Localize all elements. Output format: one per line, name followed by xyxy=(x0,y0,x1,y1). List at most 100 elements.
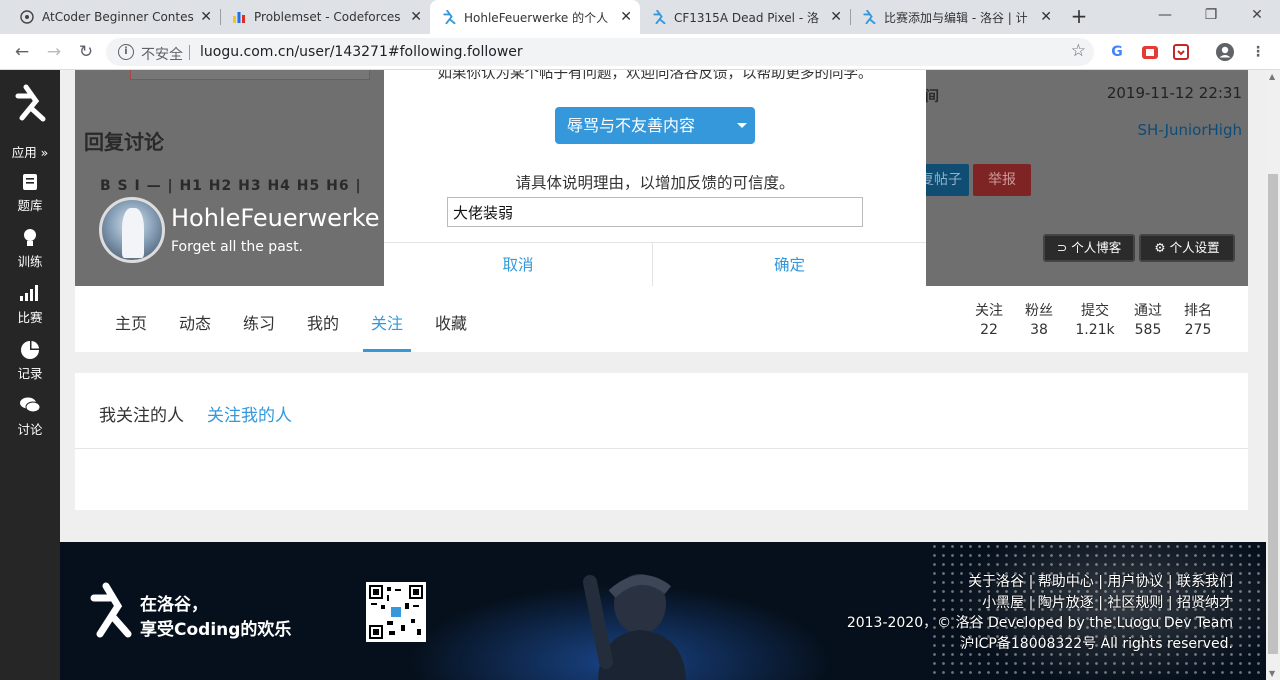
active-tab-indicator xyxy=(363,349,411,352)
luogu-favicon-icon xyxy=(862,10,876,24)
luogu-logo[interactable] xyxy=(11,84,49,122)
scroll-up-arrow-icon[interactable]: ▲ xyxy=(1269,72,1275,81)
menu-kebab-icon[interactable]: ⋮ xyxy=(1248,42,1268,62)
stat-value: 275 xyxy=(1184,322,1212,338)
school-link: SH-JuniorHigh xyxy=(1137,121,1242,139)
close-tab-icon[interactable]: ✕ xyxy=(830,9,842,25)
browser-tab-contest-edit[interactable]: 比赛添加与编辑 - 洛谷 | 计 ✕ xyxy=(850,0,1060,34)
stat-following[interactable]: 关注 22 xyxy=(967,300,1011,338)
confirm-button[interactable]: 确定 xyxy=(652,243,926,286)
browser-tab-cf1315a[interactable]: CF1315A Dead Pixel - 洛 ✕ xyxy=(640,0,850,34)
stat-value: 22 xyxy=(980,322,998,338)
sidebar-item-apps[interactable]: 应用 » xyxy=(0,142,60,161)
atcoder-favicon-icon xyxy=(20,10,34,24)
report-category-select[interactable]: 辱骂与不友善内容 xyxy=(555,107,755,144)
personal-blog-button[interactable]: ⊃ 个人博客 xyxy=(1043,234,1135,262)
sidebar-item-records[interactable]: 记录 xyxy=(0,341,60,382)
close-tab-icon[interactable]: ✕ xyxy=(410,9,422,25)
stat-submissions: 提交 1.21k xyxy=(1071,300,1119,338)
report-dialog: 如果你认为某个帖子有问题，欢迎向洛谷反馈，以帮助更多的同学。 辱骂与不友善内容 … xyxy=(384,70,926,286)
tab-activity[interactable]: 动态 xyxy=(179,310,211,334)
reason-input[interactable] xyxy=(447,197,863,227)
stat-rank: 排名 275 xyxy=(1176,300,1220,338)
maximize-icon[interactable]: ❐ xyxy=(1188,0,1234,30)
profile-avatar-icon[interactable] xyxy=(1215,42,1235,62)
chat-icon xyxy=(0,397,60,417)
site-sidebar: 应用 » 题库 训练 比赛 记录 讨论 xyxy=(0,70,60,680)
window-close-icon[interactable]: ✕ xyxy=(1234,0,1280,30)
tab-title: 比赛添加与编辑 - 洛谷 | 计 xyxy=(884,10,1028,25)
browser-toolbar: ← → ↻ i 不安全 luogu.com.cn/user/143271#fol… xyxy=(0,34,1280,70)
caret-down-icon xyxy=(737,123,747,128)
pocket-extension-icon[interactable] xyxy=(1171,42,1191,62)
red-extension-icon[interactable] xyxy=(1140,42,1160,62)
tab-following[interactable]: 关注 xyxy=(371,310,403,334)
divider xyxy=(75,448,1248,449)
personal-settings-button[interactable]: ⚙ 个人设置 xyxy=(1139,234,1235,262)
sidebar-item-contests[interactable]: 比赛 xyxy=(0,285,60,326)
cancel-button[interactable]: 取消 xyxy=(384,243,652,286)
sidebar-item-label: 比赛 xyxy=(17,310,43,325)
footer-slogan-line1: 在洛谷， xyxy=(140,595,208,615)
avatar[interactable] xyxy=(99,197,165,263)
footer-copyright: 2013-2020，© 洛谷 Developed by the Luogu De… xyxy=(846,615,1233,631)
following-tab[interactable]: 我关注的人 xyxy=(99,401,184,426)
bookmark-star-icon[interactable]: ☆ xyxy=(1071,41,1086,61)
browser-tab-atcoder[interactable]: AtCoder Beginner Contes ✕ xyxy=(8,0,220,34)
follow-list-card: 我关注的人 关注我的人 xyxy=(75,373,1248,510)
dimmed-editor-box xyxy=(130,70,370,80)
scroll-down-arrow-icon[interactable]: ▼ xyxy=(1269,669,1275,678)
scrollbar-thumb[interactable] xyxy=(1268,174,1278,654)
footer-links: 关于洛谷 | 帮助中心 | 用户协议 | 联系我们 小黑屋 | 陶片放逐 | 社… xyxy=(847,572,1233,654)
tab-home[interactable]: 主页 xyxy=(115,310,147,334)
tab-favorites[interactable]: 收藏 xyxy=(435,310,467,334)
close-tab-icon[interactable]: ✕ xyxy=(1040,9,1052,25)
stat-label: 提交 xyxy=(1081,303,1109,319)
editor-toolbar: B S I — | H1 H2 H3 H4 H5 H6 | xyxy=(100,178,362,194)
browser-tab-codeforces[interactable]: Problemset - Codeforces ✕ xyxy=(220,0,430,34)
bar-chart-icon xyxy=(0,285,60,305)
sidebar-item-label: 题库 xyxy=(17,198,43,213)
report-button: 举报 xyxy=(973,164,1031,196)
stat-value: 585 xyxy=(1134,322,1162,338)
address-bar[interactable]: i 不安全 luogu.com.cn/user/143271#following… xyxy=(106,38,1094,66)
sidebar-item-problems[interactable]: 题库 xyxy=(0,173,60,214)
close-tab-icon[interactable]: ✕ xyxy=(620,9,632,25)
stat-value: 1.21k xyxy=(1075,322,1115,338)
followers-tab[interactable]: 关注我的人 xyxy=(207,401,292,426)
sidebar-item-label: 记录 xyxy=(17,366,43,381)
tab-mine[interactable]: 我的 xyxy=(307,310,339,334)
footer-links-row1[interactable]: 关于洛谷 | 帮助中心 | 用户协议 | 联系我们 xyxy=(847,572,1233,593)
back-icon[interactable]: ← xyxy=(10,40,34,64)
insecure-label[interactable]: 不安全 xyxy=(141,44,183,64)
reload-icon[interactable]: ↻ xyxy=(74,40,98,64)
main-content: 回复讨论 B S I — | H1 H2 H3 H4 H5 H6 | 时间 20… xyxy=(60,70,1266,680)
personal-settings-label: 个人设置 xyxy=(1169,240,1220,255)
sidebar-item-label: 讨论 xyxy=(17,422,43,437)
avatar-figure xyxy=(122,208,144,258)
qr-code xyxy=(366,582,426,642)
close-tab-icon[interactable]: ✕ xyxy=(200,9,212,25)
luogu-favicon-icon xyxy=(652,10,666,24)
dialog-hint: 如果你认为某个帖子有问题，欢迎向洛谷反馈，以帮助更多的同学。 xyxy=(437,70,873,82)
google-extension-icon[interactable]: G xyxy=(1107,42,1127,62)
page-scrollbar[interactable]: ▲ ▼ xyxy=(1266,70,1280,680)
sidebar-item-training[interactable]: 训练 xyxy=(0,229,60,270)
address-divider xyxy=(189,45,190,60)
sidebar-item-discuss[interactable]: 讨论 xyxy=(0,397,60,438)
forward-icon[interactable]: → xyxy=(42,40,66,64)
url-text[interactable]: luogu.com.cn/user/143271#following.follo… xyxy=(200,44,523,60)
minimize-icon[interactable]: — xyxy=(1142,0,1188,30)
rss-icon: ⊃ xyxy=(1056,240,1068,255)
footer-slogan-line2: 享受Coding的欢乐 xyxy=(140,620,292,640)
info-icon[interactable]: i xyxy=(118,44,134,60)
user-cog-icon: ⚙ xyxy=(1154,240,1166,255)
new-tab-button[interactable]: + xyxy=(1068,6,1090,28)
footer-icp[interactable]: 沪ICP备18008322号 All rights reserved. xyxy=(847,634,1233,655)
luogu-favicon-icon xyxy=(442,10,456,24)
post-time: 2019-11-12 22:31 xyxy=(1106,84,1242,102)
stat-followers[interactable]: 粉丝 38 xyxy=(1017,300,1061,338)
browser-tab-profile[interactable]: HohleFeuerwerke 的个人 ✕ xyxy=(430,0,640,34)
footer-links-row2[interactable]: 小黑屋 | 陶片放逐 | 社区规则 | 招贤纳才 xyxy=(847,593,1233,614)
tab-practice[interactable]: 练习 xyxy=(243,310,275,334)
